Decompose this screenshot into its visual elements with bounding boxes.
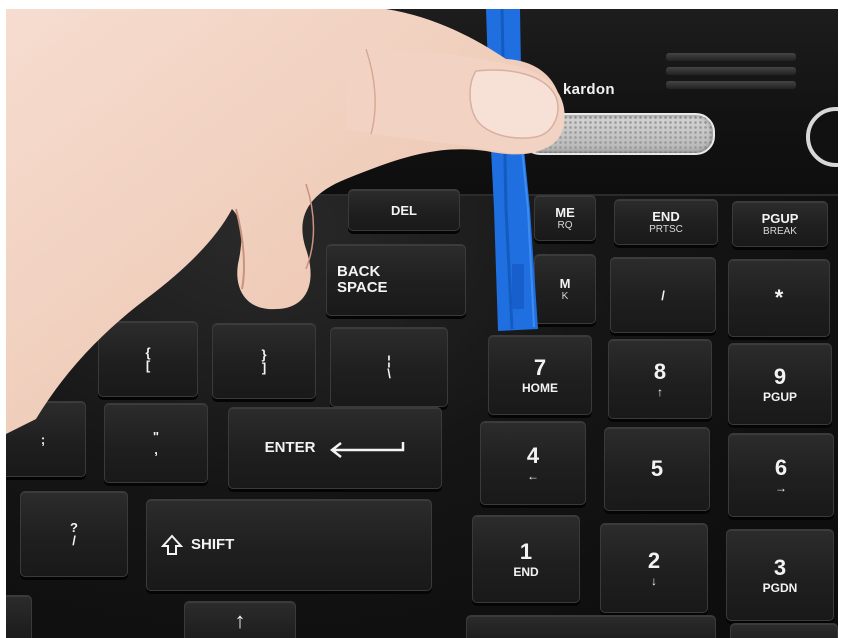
key-sublabel: END <box>513 564 539 579</box>
key-label: SHIFT <box>191 535 235 553</box>
key-num-2[interactable]: 2 ↓ <box>600 523 708 613</box>
key-num-6[interactable]: 6 → <box>728 433 834 517</box>
key-label: 3 <box>773 554 787 580</box>
key-label: * <box>774 285 784 310</box>
key-up-arrow[interactable]: ↑ <box>184 601 296 638</box>
key-shift[interactable]: SHIFT <box>146 499 432 591</box>
vent-slot <box>666 53 796 61</box>
key-num-9[interactable]: 9 PGUP <box>728 343 832 425</box>
key-num-8[interactable]: 8 ↑ <box>608 339 712 419</box>
key-sublabel: / <box>72 533 76 548</box>
key-pgup-break[interactable]: PGUP BREAK <box>732 201 828 247</box>
key-sublabel: ← <box>527 468 539 483</box>
key-num-dot-partial[interactable] <box>730 623 838 638</box>
key-sublabel: BREAK <box>763 225 797 237</box>
vent-slot <box>666 81 796 89</box>
key-num-0-partial[interactable] <box>466 615 716 638</box>
key-label: 6 <box>774 454 788 480</box>
shift-icon <box>161 534 183 555</box>
key-sublabel: PGDN <box>762 580 798 595</box>
key-num-5[interactable]: 5 <box>604 427 710 511</box>
key-question[interactable]: ? / <box>20 491 128 577</box>
key-label: ↑ <box>234 608 246 633</box>
key-label: 2 <box>647 547 661 573</box>
key-end[interactable]: END PRTSC <box>614 199 718 245</box>
hand <box>6 9 565 434</box>
key-label: / <box>661 287 665 303</box>
key-label: END <box>652 208 680 224</box>
key-label: PGUP <box>761 210 799 226</box>
key-sublabel: PRTSC <box>649 223 683 235</box>
key-sublabel: → <box>775 480 787 495</box>
key-label: 8 <box>653 358 667 384</box>
key-num-1[interactable]: 1 END <box>472 515 580 603</box>
key-sublabel: PGUP <box>762 389 797 404</box>
key-sublabel: ↑ <box>657 384 663 399</box>
keyboard-photo: kardon DEL ME RQ END PRTSC PGUP BREAK BA… <box>6 9 838 638</box>
key-sublabel: ↓ <box>651 573 657 588</box>
key-num-asterisk[interactable]: * <box>728 259 830 337</box>
vent-slot <box>666 67 796 75</box>
key-label: 9 <box>773 363 787 389</box>
key-num-3[interactable]: 3 PGDN <box>726 529 834 621</box>
photo-frame: kardon DEL ME RQ END PRTSC PGUP BREAK BA… <box>0 0 841 638</box>
key-label: 5 <box>650 456 664 481</box>
key-bottom-left-partial[interactable] <box>6 595 32 638</box>
key-label: 1 <box>519 538 533 564</box>
key-num-slash[interactable]: / <box>610 257 716 333</box>
